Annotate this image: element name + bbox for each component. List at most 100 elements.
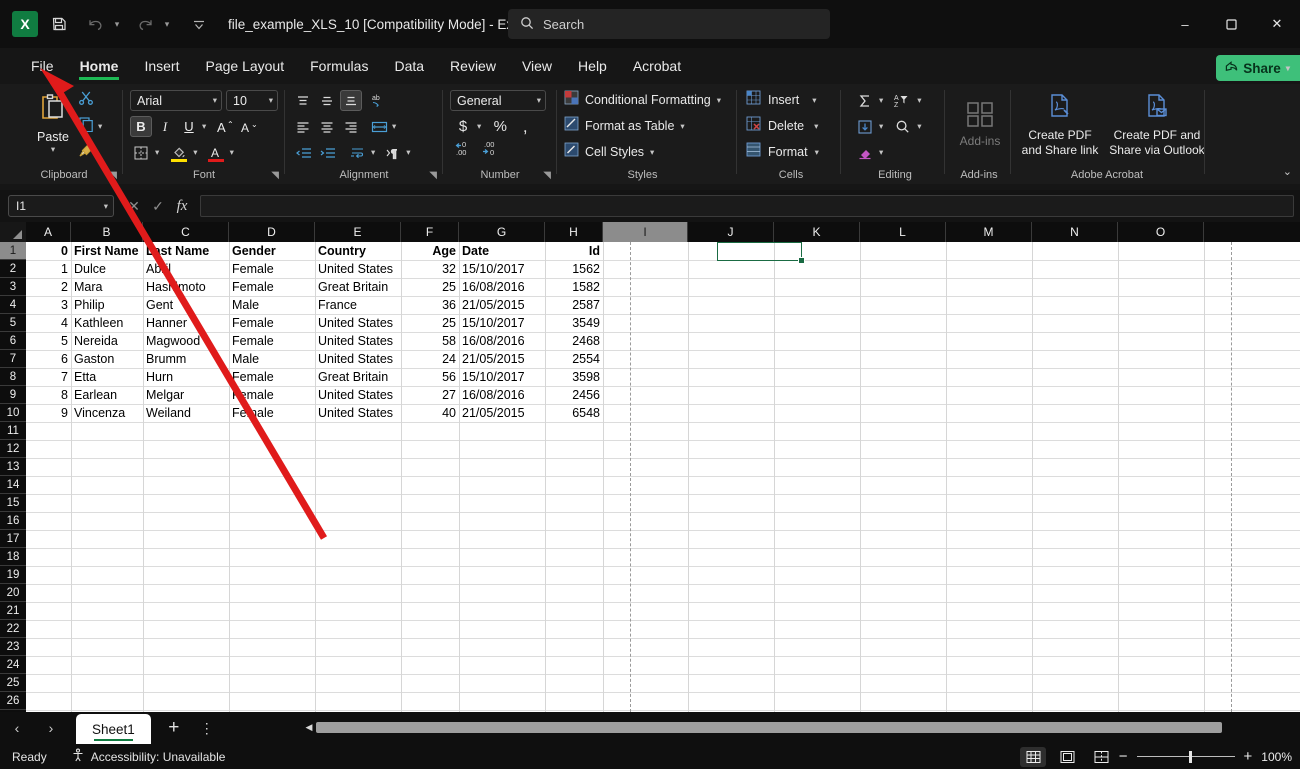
find-dropdown-icon[interactable]: ▾ [917, 121, 921, 132]
cell-D8[interactable]: Female [229, 368, 315, 386]
sheet-options-icon[interactable]: ⋮ [197, 720, 217, 737]
clear-eraser-icon[interactable] [854, 142, 876, 163]
cell-A4[interactable]: 3 [26, 296, 71, 314]
row-header-5[interactable]: 5 [0, 314, 26, 332]
font-size-combo[interactable]: 10 ▾ [226, 90, 278, 111]
row-header-15[interactable]: 15 [0, 494, 26, 512]
cell-G6[interactable]: 16/08/2016 [459, 332, 545, 350]
close-button[interactable]: ✕ [1254, 0, 1300, 48]
column-header-d[interactable]: D [229, 222, 315, 242]
cell-F2[interactable]: 32 [401, 260, 459, 278]
tab-page-layout[interactable]: Page Layout [192, 56, 297, 79]
autosum-sigma-icon[interactable] [854, 90, 876, 111]
underline-dropdown-icon[interactable]: ▾ [202, 121, 206, 132]
cell-F5[interactable]: 25 [401, 314, 459, 332]
row-header-17[interactable]: 17 [0, 530, 26, 548]
chevron-down-icon[interactable]: ▾ [815, 147, 819, 158]
column-header-f[interactable]: F [401, 222, 459, 242]
chevron-down-icon[interactable]: ▾ [812, 95, 816, 106]
align-left-icon[interactable] [292, 116, 314, 137]
copy-button[interactable]: ▾ [78, 116, 102, 137]
page-layout-view-icon[interactable] [1054, 747, 1080, 767]
zoom-slider[interactable] [1136, 752, 1235, 761]
create-pdf-share-outlook-button[interactable]: Create PDF and Share via Outlook [1108, 92, 1206, 158]
sort-filter-dropdown-icon[interactable]: ▾ [917, 95, 921, 106]
row-header-3[interactable]: 3 [0, 278, 26, 296]
save-icon[interactable] [44, 9, 74, 39]
tab-help[interactable]: Help [565, 56, 620, 79]
borders-button[interactable] [130, 142, 152, 163]
cell-C5[interactable]: Hanner [143, 314, 229, 332]
cell-E3[interactable]: Great Britain [315, 278, 401, 296]
row-header-25[interactable]: 25 [0, 674, 26, 692]
cell-B3[interactable]: Mara [71, 278, 143, 296]
undo-icon[interactable] [80, 9, 110, 39]
underline-button[interactable]: U [178, 116, 200, 137]
row-header-26[interactable]: 26 [0, 692, 26, 710]
align-right-icon[interactable] [340, 116, 362, 137]
formula-input[interactable] [200, 195, 1294, 217]
cell-E4[interactable]: France [315, 296, 401, 314]
currency-icon[interactable]: $ [452, 116, 474, 137]
paste-button[interactable]: Paste ▾ [30, 90, 76, 155]
chevron-down-icon[interactable]: ▾ [537, 95, 541, 106]
cell-E2[interactable]: United States [315, 260, 401, 278]
chevron-down-icon[interactable]: ▾ [104, 201, 108, 212]
tab-data[interactable]: Data [381, 56, 437, 79]
chevron-down-icon[interactable]: ▾ [680, 121, 684, 132]
cell-F4[interactable]: 36 [401, 296, 459, 314]
cell-G4[interactable]: 21/05/2015 [459, 296, 545, 314]
cell-B2[interactable]: Dulce [71, 260, 143, 278]
cell-D4[interactable]: Male [229, 296, 315, 314]
name-box[interactable]: I1 ▾ [8, 195, 114, 217]
zoom-out-button[interactable]: − [1119, 748, 1128, 765]
align-center-icon[interactable] [316, 116, 338, 137]
cell-D6[interactable]: Female [229, 332, 315, 350]
row-header-22[interactable]: 22 [0, 620, 26, 638]
row-header-19[interactable]: 19 [0, 566, 26, 584]
cell-A2[interactable]: 1 [26, 260, 71, 278]
font-name-combo[interactable]: Arial ▾ [130, 90, 222, 111]
tab-insert[interactable]: Insert [131, 56, 192, 79]
fill-down-icon[interactable] [854, 116, 876, 137]
enter-check-icon[interactable]: ✓ [146, 198, 170, 215]
increase-font-size-button[interactable]: A ⌃ [214, 116, 236, 137]
bold-button[interactable]: B [130, 116, 152, 137]
italic-button[interactable]: I [154, 116, 176, 137]
align-top-icon[interactable] [292, 90, 314, 111]
cell-H6[interactable]: 2468 [545, 332, 603, 350]
horizontal-scrollbar[interactable]: ◀ [302, 718, 1222, 736]
add-ins-button[interactable]: Add-ins [958, 100, 1002, 148]
row-header-12[interactable]: 12 [0, 440, 26, 458]
tab-home[interactable]: Home [67, 56, 132, 80]
row-header-20[interactable]: 20 [0, 584, 26, 602]
cell-H2[interactable]: 1562 [545, 260, 603, 278]
zoom-in-button[interactable]: + [1244, 748, 1253, 765]
cell-C3[interactable]: Hashimoto [143, 278, 229, 296]
conditional-formatting-button[interactable]: Conditional Formatting ▾ [564, 90, 721, 110]
cell-D3[interactable]: Female [229, 278, 315, 296]
cell-D1[interactable]: Gender [229, 242, 315, 260]
number-dialog-launcher[interactable]: ◥ [543, 170, 551, 181]
tab-view[interactable]: View [509, 56, 565, 79]
row-header-24[interactable]: 24 [0, 656, 26, 674]
page-break-preview-icon[interactable] [1088, 747, 1114, 767]
row-header-16[interactable]: 16 [0, 512, 26, 530]
next-sheet-icon[interactable]: › [34, 720, 68, 736]
cell-G1[interactable]: Date [459, 242, 545, 260]
row-header-10[interactable]: 10 [0, 404, 26, 422]
insert-cells-button[interactable]: Insert ▾ [746, 90, 817, 110]
cell-D9[interactable]: Female [229, 386, 315, 404]
customize-quick-access-icon[interactable] [184, 9, 214, 39]
row-header-6[interactable]: 6 [0, 332, 26, 350]
cell-F7[interactable]: 24 [401, 350, 459, 368]
find-and-select-icon[interactable] [892, 116, 914, 137]
chevron-down-icon[interactable]: ▾ [213, 95, 217, 106]
cell-B1[interactable]: First Name [71, 242, 143, 260]
tab-acrobat[interactable]: Acrobat [620, 56, 694, 79]
insert-function-fx-icon[interactable]: fx [170, 198, 194, 215]
column-header-l[interactable]: L [860, 222, 946, 242]
cell-B5[interactable]: Kathleen [71, 314, 143, 332]
cell-H1[interactable]: Id [545, 242, 603, 260]
format-painter-button[interactable] [78, 142, 95, 164]
